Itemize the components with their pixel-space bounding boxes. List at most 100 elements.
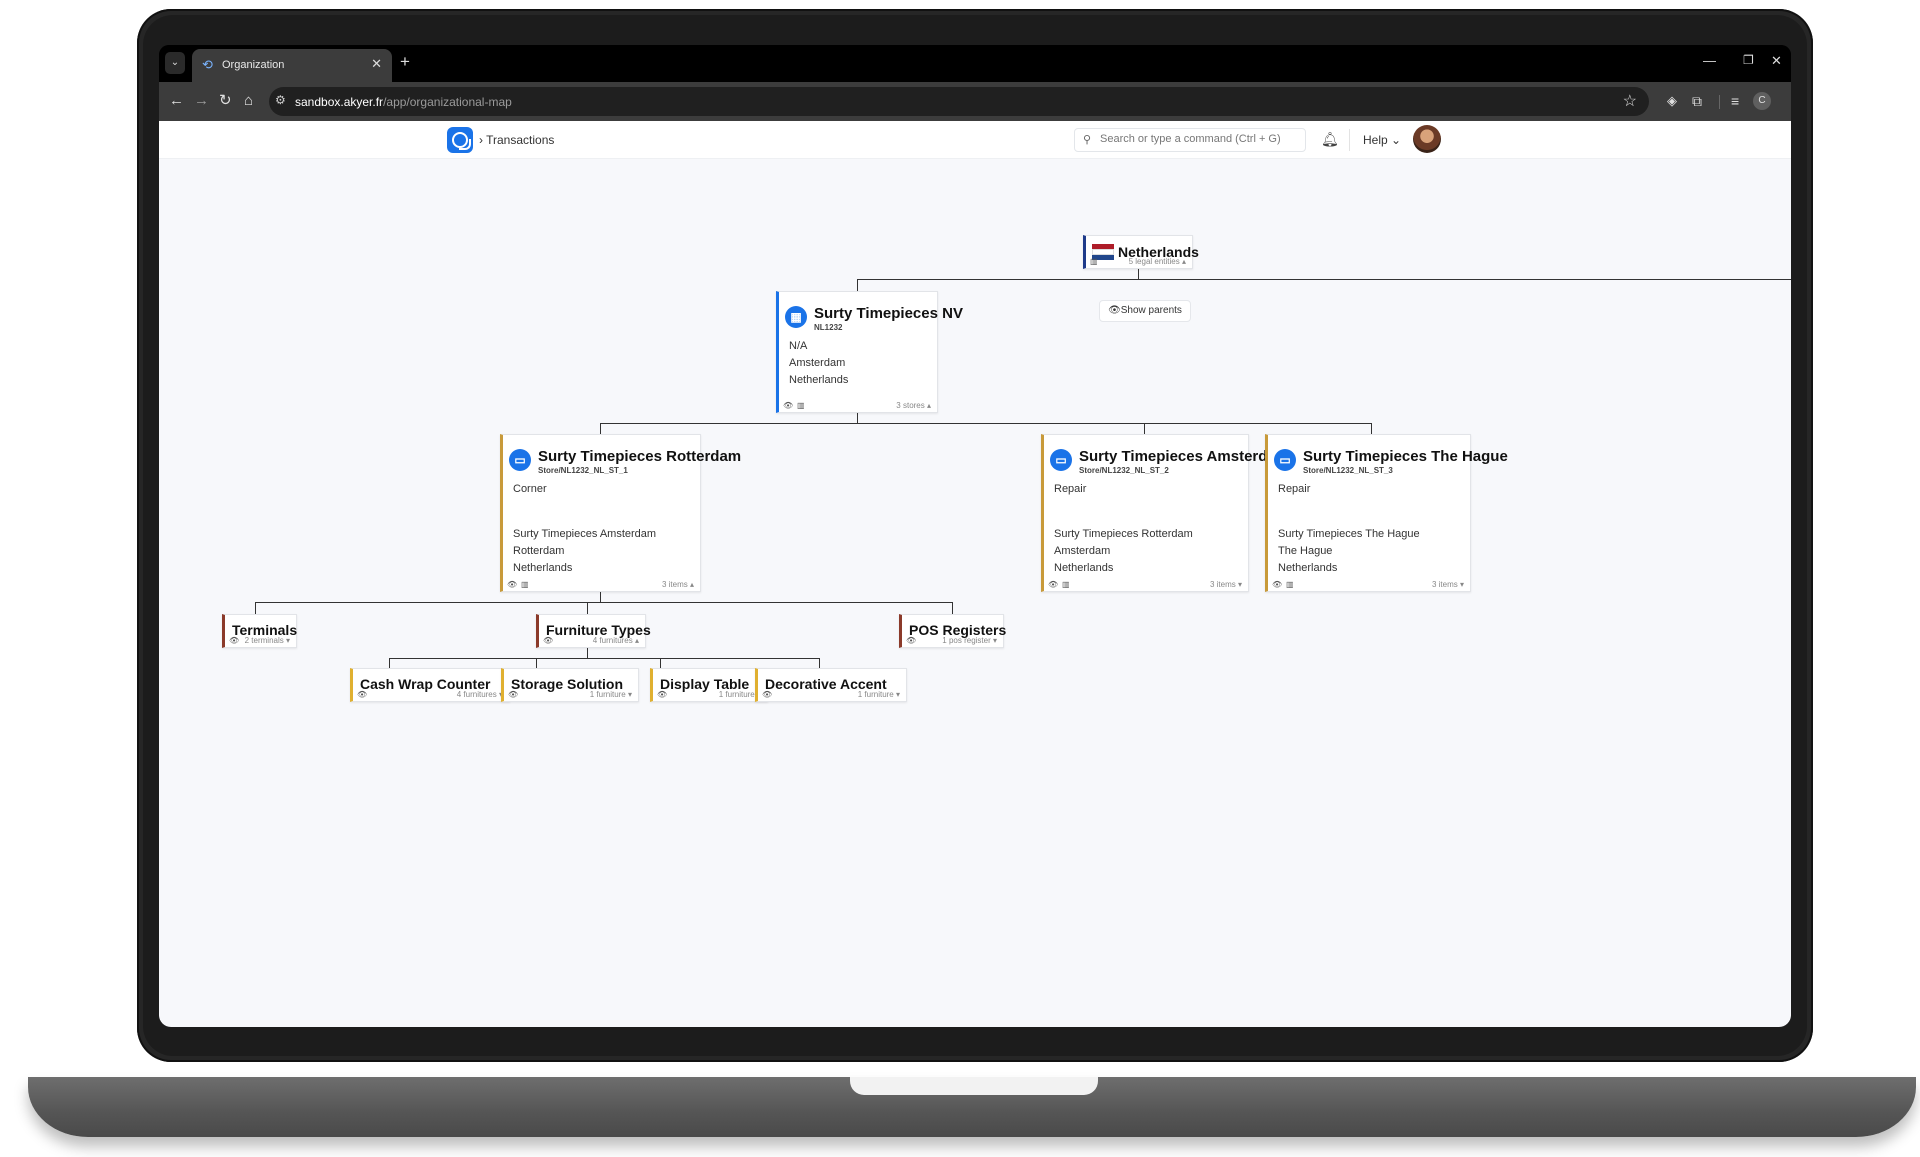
- node-count[interactable]: 1 furniture ▾: [590, 690, 632, 699]
- store-node[interactable]: ▭ Surty Timepieces Rotterdam Store/NL123…: [500, 434, 741, 592]
- connector: [389, 658, 819, 659]
- eye-icon[interactable]: 👁︎: [543, 636, 553, 645]
- new-tab-button[interactable]: +: [400, 52, 410, 72]
- close-window-button[interactable]: ✕: [1771, 53, 1782, 69]
- reload-button[interactable]: ↻: [219, 91, 232, 111]
- connector: [952, 602, 953, 614]
- extension-icon[interactable]: ◈: [1667, 91, 1677, 111]
- user-avatar[interactable]: [1413, 125, 1441, 153]
- node-count[interactable]: 3 stores ▴: [896, 401, 931, 410]
- connector: [660, 658, 661, 668]
- tab-strip: ⌄ ⟲ Organization ✕ + — ❐ ✕: [159, 45, 1791, 82]
- chart-bars-icon[interactable]: ▥: [797, 401, 805, 410]
- eye-icon[interactable]: 👁︎: [906, 636, 916, 645]
- group-node-terminals[interactable]: Terminals 👁︎ 2 terminals ▾: [222, 614, 297, 648]
- node-count[interactable]: 1 pos register ▾: [942, 636, 997, 645]
- node-code: Store/NL1232_NL_ST_3: [1303, 466, 1393, 475]
- eye-icon: 👁︎: [1108, 305, 1121, 316]
- bell-icon[interactable]: 🔔︎: [1321, 131, 1339, 148]
- node-count[interactable]: 5 legal entities ▴: [1129, 257, 1186, 266]
- eye-icon[interactable]: 👁︎: [1272, 580, 1282, 589]
- connector: [857, 413, 858, 423]
- eye-icon[interactable]: 👁︎: [783, 401, 793, 410]
- tab-organization[interactable]: ⟲ Organization ✕: [192, 49, 392, 82]
- akyer-logo-icon[interactable]: [447, 127, 473, 153]
- node-count[interactable]: 4 furnitures ▾: [457, 690, 503, 699]
- connector: [1371, 423, 1372, 434]
- laptop-mockup: ⌄ ⟲ Organization ✕ + — ❐ ✕ ← → ↻ ⌂ ⚙ san…: [0, 0, 1920, 1157]
- browser-toolbar: ← → ↻ ⌂ ⚙ sandbox.akyer.fr/app/organizat…: [159, 82, 1791, 121]
- legal-entity-node[interactable]: ▦ Surty Timepieces NV NL1232 N/A Amsterd…: [776, 291, 963, 413]
- tab-title: Organization: [222, 59, 285, 71]
- show-parents-button[interactable]: 👁︎Show parents: [1099, 300, 1191, 322]
- node-count[interactable]: 1 furniture ▾: [858, 690, 900, 699]
- node-line: Repair: [1278, 483, 1311, 495]
- url-text[interactable]: sandbox.akyer.fr/app/organizational-map: [295, 95, 512, 109]
- furniture-node[interactable]: Decorative Accent 👁︎ 1 furniture ▾: [755, 668, 907, 702]
- node-line: Rotterdam: [513, 545, 565, 557]
- eye-icon[interactable]: 👁︎: [357, 690, 367, 699]
- reading-list-icon[interactable]: ≡: [1731, 91, 1739, 111]
- connector: [600, 423, 601, 434]
- connector: [857, 279, 858, 291]
- restore-button[interactable]: ❐: [1743, 53, 1754, 67]
- eye-icon[interactable]: 👁︎: [657, 690, 667, 699]
- close-tab-icon[interactable]: ✕: [371, 56, 382, 72]
- eye-icon[interactable]: 👁︎: [507, 580, 517, 589]
- node-title: Surty Timepieces Rotterdam: [538, 448, 742, 465]
- header-divider: [1349, 129, 1350, 151]
- store-node[interactable]: ▭ Surty Timepieces The Hague Store/NL123…: [1265, 434, 1508, 592]
- profile-avatar[interactable]: C: [1753, 92, 1771, 110]
- node-title: Surty Timepieces Amsterdam: [1079, 448, 1290, 465]
- web-page: › Transactions ⚲ 🔔︎ Help ⌄: [159, 121, 1791, 1027]
- browser-window: ⌄ ⟲ Organization ✕ + — ❐ ✕ ← → ↻ ⌂ ⚙ san…: [159, 45, 1791, 1027]
- node-line: Netherlands: [789, 374, 849, 386]
- bookmark-star-icon[interactable]: ☆: [1623, 91, 1637, 111]
- command-search[interactable]: ⚲: [1074, 128, 1306, 152]
- site-info-icon[interactable]: ⚙: [275, 93, 286, 107]
- chart-bars-icon[interactable]: ▥: [1286, 580, 1294, 589]
- eye-icon[interactable]: 👁︎: [1048, 580, 1058, 589]
- node-line: Netherlands: [1278, 562, 1338, 574]
- home-button[interactable]: ⌂: [244, 91, 253, 111]
- extensions-puzzle-icon[interactable]: ⧉: [1692, 91, 1702, 111]
- group-node-furniture-types[interactable]: Furniture Types 👁︎ 4 furnitures ▴: [536, 614, 651, 648]
- forward-button[interactable]: →: [194, 91, 209, 111]
- building-icon: ▦: [785, 306, 807, 328]
- node-title: Surty Timepieces NV: [814, 305, 963, 322]
- laptop-notch: [850, 1077, 1098, 1095]
- eye-icon[interactable]: 👁︎: [229, 636, 239, 645]
- tab-search-button[interactable]: ⌄: [165, 52, 185, 74]
- furniture-node[interactable]: Display Table 👁︎ 1 furniture ▾: [650, 668, 768, 702]
- back-button[interactable]: ←: [169, 91, 184, 111]
- furniture-node[interactable]: Storage Solution 👁︎ 1 furniture ▾: [501, 668, 639, 702]
- connector: [255, 602, 952, 603]
- eye-icon[interactable]: 👁︎: [508, 690, 518, 699]
- node-count[interactable]: 3 items ▾: [1210, 580, 1242, 589]
- help-menu[interactable]: Help ⌄: [1363, 133, 1401, 147]
- node-count[interactable]: 4 furnitures ▴: [593, 636, 639, 645]
- node-count[interactable]: 3 items ▾: [1432, 580, 1464, 589]
- app-header: › Transactions ⚲ 🔔︎ Help ⌄: [159, 121, 1791, 159]
- store-node[interactable]: ▭ Surty Timepieces Amsterdam Store/NL123…: [1041, 434, 1289, 592]
- node-count[interactable]: 3 items ▴: [662, 580, 694, 589]
- breadcrumb[interactable]: › Transactions: [479, 133, 554, 147]
- furniture-node[interactable]: Cash Wrap Counter 👁︎ 4 furnitures ▾: [350, 668, 510, 702]
- country-node[interactable]: Netherlands ▥ 5 legal entities ▴: [1083, 235, 1199, 269]
- node-count[interactable]: 2 terminals ▾: [245, 636, 290, 645]
- group-node-pos-registers[interactable]: POS Registers 👁︎ 1 pos register ▾: [899, 614, 1006, 648]
- address-bar[interactable]: ⚙ sandbox.akyer.fr/app/organizational-ma…: [269, 87, 1649, 116]
- node-line: Surty Timepieces Amsterdam: [513, 528, 657, 540]
- connector: [587, 648, 588, 658]
- eye-icon[interactable]: 👁︎: [762, 690, 772, 699]
- search-input[interactable]: [1100, 133, 1300, 145]
- chart-bars-icon[interactable]: ▥: [1090, 257, 1098, 266]
- chart-bars-icon[interactable]: ▥: [521, 580, 529, 589]
- node-line: Surty Timepieces Rotterdam: [1054, 528, 1193, 540]
- node-line: N/A: [789, 340, 808, 352]
- organizational-map: 👁︎Show parents Netherlands ▥ 5 legal ent…: [159, 159, 1791, 1027]
- connector: [389, 658, 390, 668]
- toolbar-divider: [1719, 95, 1720, 109]
- minimize-button[interactable]: —: [1703, 53, 1716, 68]
- chart-bars-icon[interactable]: ▥: [1062, 580, 1070, 589]
